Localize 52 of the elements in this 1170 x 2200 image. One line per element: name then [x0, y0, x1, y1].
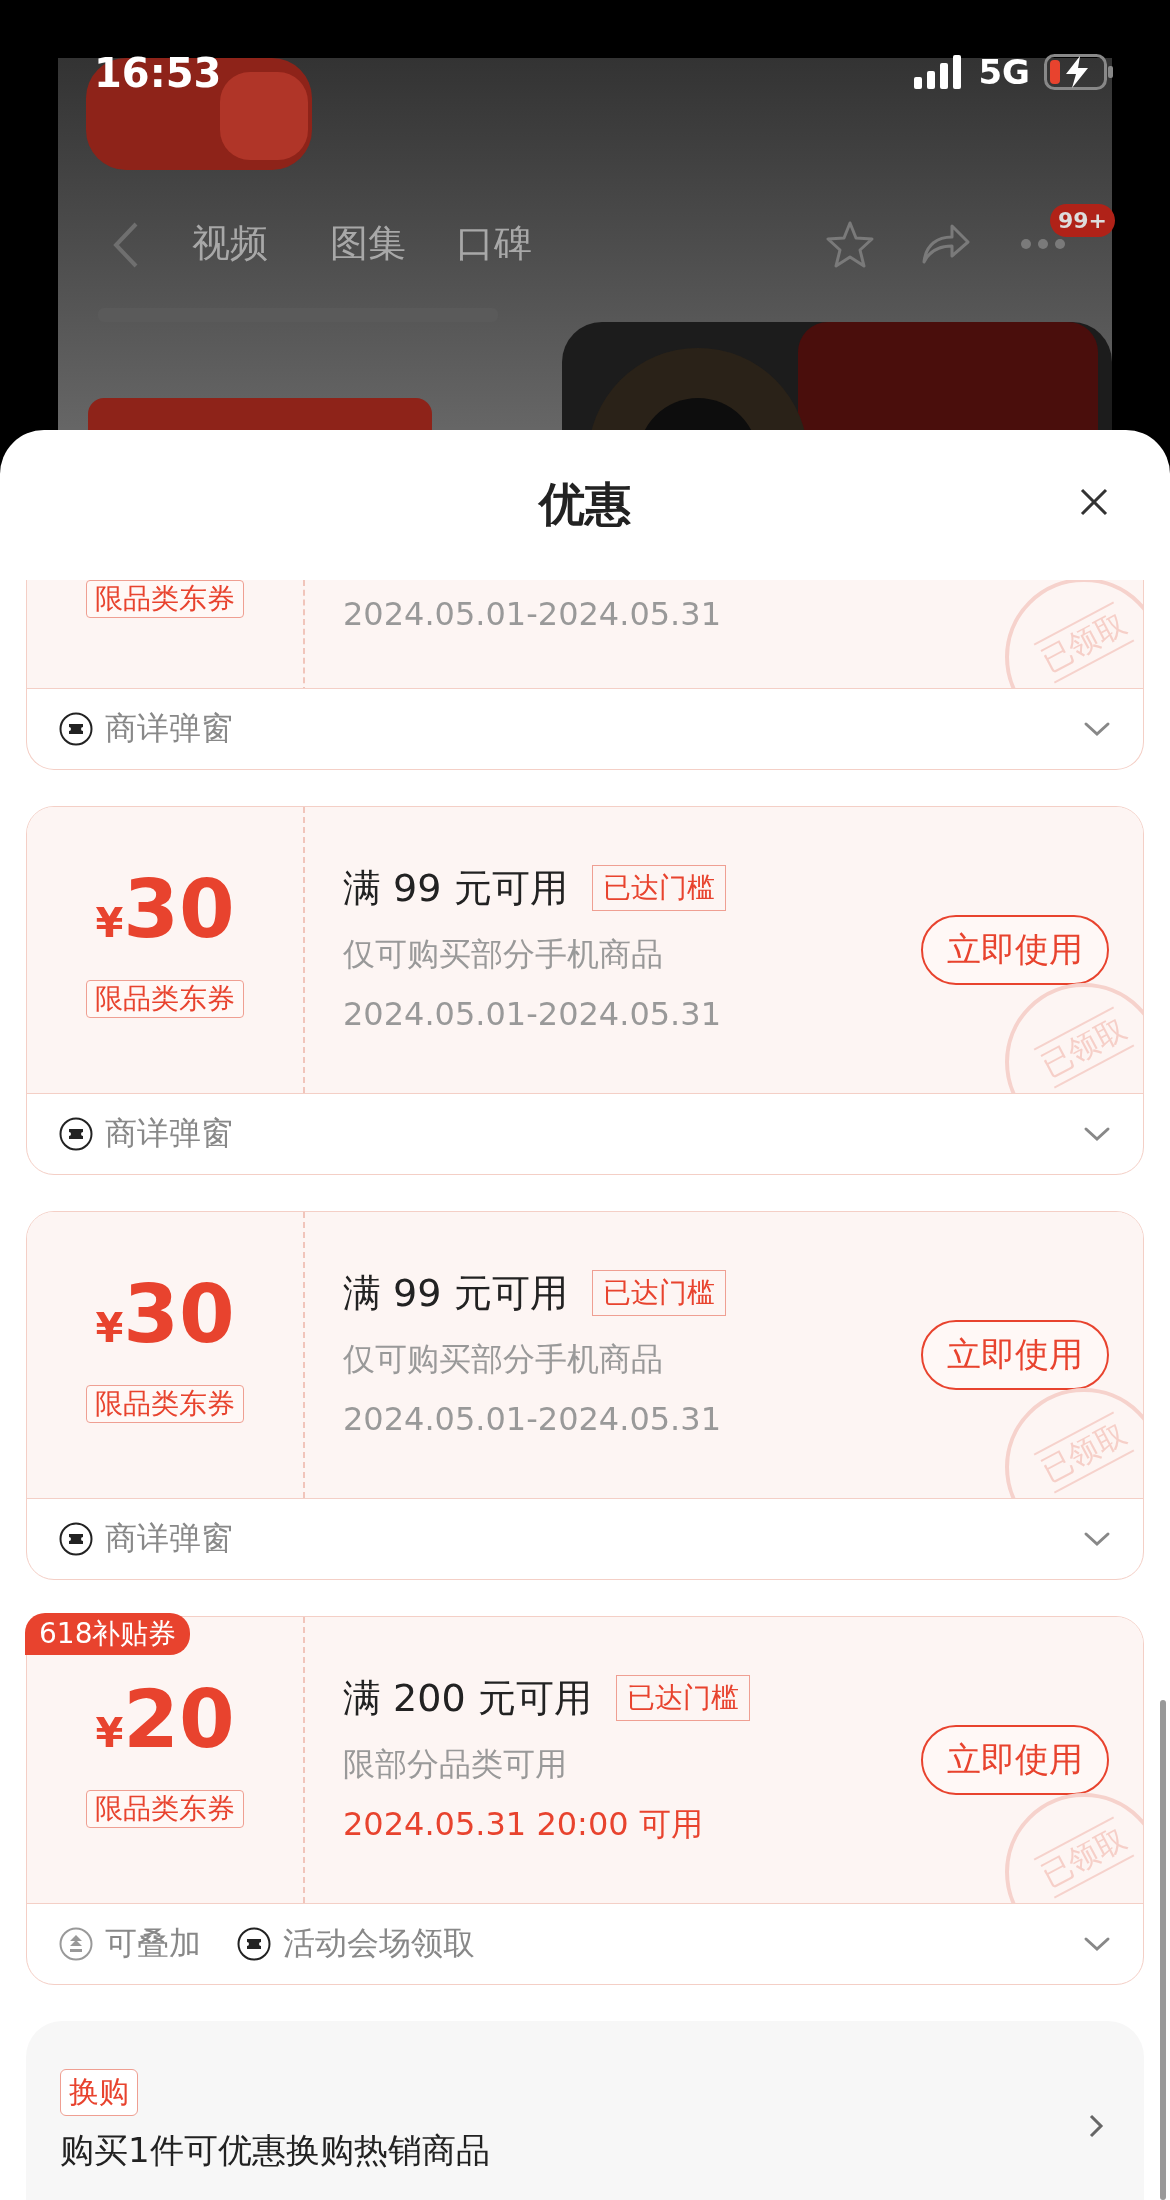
coupon-scope: 限部分品类可用 — [343, 1744, 568, 1785]
exchange-tag: 换购 — [60, 2069, 138, 2116]
coupon-note: 活动会场领取 — [283, 1923, 475, 1964]
coupon-condition: 满 99 元可用 — [343, 865, 568, 912]
coupon-note: 商详弹窗 — [105, 1113, 233, 1154]
ticket-icon — [59, 1522, 93, 1556]
coupon-note: 商详弹窗 — [105, 1518, 233, 1559]
chevron-right-icon — [1088, 2113, 1104, 2139]
chevron-down-icon[interactable] — [1083, 1936, 1111, 1952]
subsidy-badge: 618补贴券 — [25, 1613, 191, 1655]
coupon-amount: ¥30 — [95, 865, 235, 958]
ticket-icon — [237, 1927, 271, 1961]
coupon-note: 商详弹窗 — [105, 708, 233, 749]
coupon-type-tag: 限品类东券 — [86, 980, 244, 1018]
coupon-type-tag: 限品类东券 — [86, 1385, 244, 1423]
chevron-down-icon[interactable] — [1083, 721, 1111, 737]
exchange-card[interactable]: 换购 购买1件可优惠换购热销商品 — [26, 2021, 1144, 2200]
threshold-tag: 已达门槛 — [591, 865, 726, 911]
nav-tab[interactable]: 图集 — [330, 218, 406, 269]
coupon-type-tag: 限品类东券 — [86, 580, 244, 618]
battery-charging-icon — [1044, 54, 1114, 90]
ticket-icon — [59, 712, 93, 746]
coupon-amount: ¥20 — [95, 1675, 235, 1768]
exchange-text: 购买1件可优惠换购热销商品 — [60, 2129, 491, 2172]
ticket-icon — [59, 1117, 93, 1151]
sheet-title: 优惠 — [539, 476, 631, 533]
coupon-condition: 满 200 元可用 — [343, 1675, 592, 1722]
coupon-date: 2024.05.31 20:00 可用 — [343, 1804, 704, 1845]
stack-icon — [59, 1927, 93, 1961]
coupon-scope: 仅可购买部分手机商品 — [343, 1339, 664, 1380]
nav-tab[interactable]: 视频 — [192, 218, 268, 269]
nav-tab[interactable]: 口碑 — [456, 218, 532, 269]
threshold-tag: 已达门槛 — [615, 1675, 750, 1721]
coupon-condition: 满 99 元可用 — [343, 1270, 568, 1317]
message-count-badge: 99+ — [1050, 204, 1116, 237]
star-icon[interactable] — [824, 220, 876, 270]
network-label: 5G — [978, 52, 1030, 92]
chevron-down-icon[interactable] — [1083, 1531, 1111, 1547]
coupon-date: 2024.05.01-2024.05.31 — [343, 994, 722, 1035]
status-time: 16:53 — [94, 50, 222, 96]
use-now-button[interactable]: 立即使用 — [921, 1320, 1109, 1390]
chevron-down-icon[interactable] — [1083, 1126, 1111, 1142]
use-now-button[interactable]: 立即使用 — [921, 1725, 1109, 1795]
threshold-tag: 已达门槛 — [591, 1270, 726, 1316]
more-icon[interactable] — [1020, 238, 1066, 250]
coupon-date: 2024.05.01-2024.05.31 — [343, 1399, 722, 1440]
coupon-scope: 仅可购买部分手机商品 — [343, 934, 664, 975]
coupon-note: 可叠加 — [105, 1923, 201, 1964]
coupon-amount: ¥30 — [95, 1270, 235, 1363]
coupon-date: 2024.05.01-2024.05.31 — [343, 594, 722, 635]
coupon-type-tag: 限品类东券 — [86, 1790, 244, 1828]
use-now-button[interactable]: 立即使用 — [921, 915, 1109, 985]
